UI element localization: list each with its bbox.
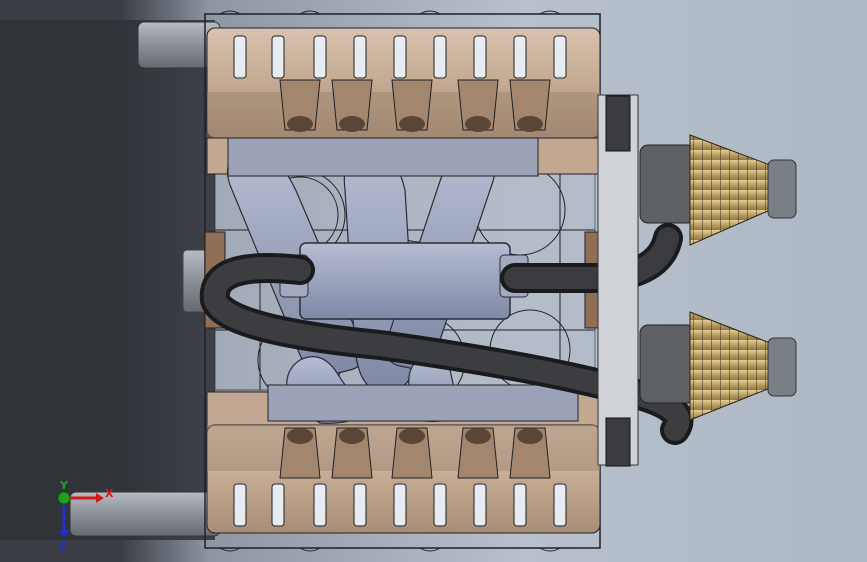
lower-rocker	[313, 483, 327, 527]
upper-plenum-rail	[227, 137, 539, 177]
lower-rocker	[473, 483, 487, 527]
upper-rocker	[353, 35, 367, 79]
y-axis-dot	[57, 491, 71, 505]
lower-rocker	[233, 483, 247, 527]
upper-port-opening	[399, 116, 425, 132]
lower-rocker	[433, 483, 447, 527]
upper-port-opening	[517, 116, 543, 132]
central-plenum	[279, 242, 529, 320]
upper-pulley	[605, 95, 631, 152]
lower-rocker	[271, 483, 285, 527]
lower-rocker	[353, 483, 367, 527]
lower-rocker	[393, 483, 407, 527]
lower-rocker	[513, 483, 527, 527]
lower-port-opening	[287, 428, 313, 444]
y-axis-label: Y	[59, 479, 69, 492]
upper-port-opening	[339, 116, 365, 132]
upper-port-opening	[287, 116, 313, 132]
graphics-viewport[interactable]: X Y Z	[0, 0, 867, 562]
lower-pulley	[605, 417, 631, 467]
upper-rocker	[233, 35, 247, 79]
lower-port-opening	[517, 428, 543, 444]
upper-rocker	[271, 35, 285, 79]
lower-port-opening	[339, 428, 365, 444]
z-axis-label: Z	[59, 539, 67, 552]
lower-rocker	[553, 483, 567, 527]
lower-port-opening	[465, 428, 491, 444]
upper-rocker	[553, 35, 567, 79]
upper-rocker	[313, 35, 327, 79]
upper-port-opening	[465, 116, 491, 132]
upper-rocker	[433, 35, 447, 79]
upper-rocker	[473, 35, 487, 79]
upper-rocker	[513, 35, 527, 79]
upper-rocker	[393, 35, 407, 79]
lower-plenum-rail	[267, 384, 579, 422]
engine-model-view[interactable]: X Y Z	[0, 0, 867, 562]
lower-port-opening	[399, 428, 425, 444]
x-axis-label: X	[105, 487, 114, 500]
